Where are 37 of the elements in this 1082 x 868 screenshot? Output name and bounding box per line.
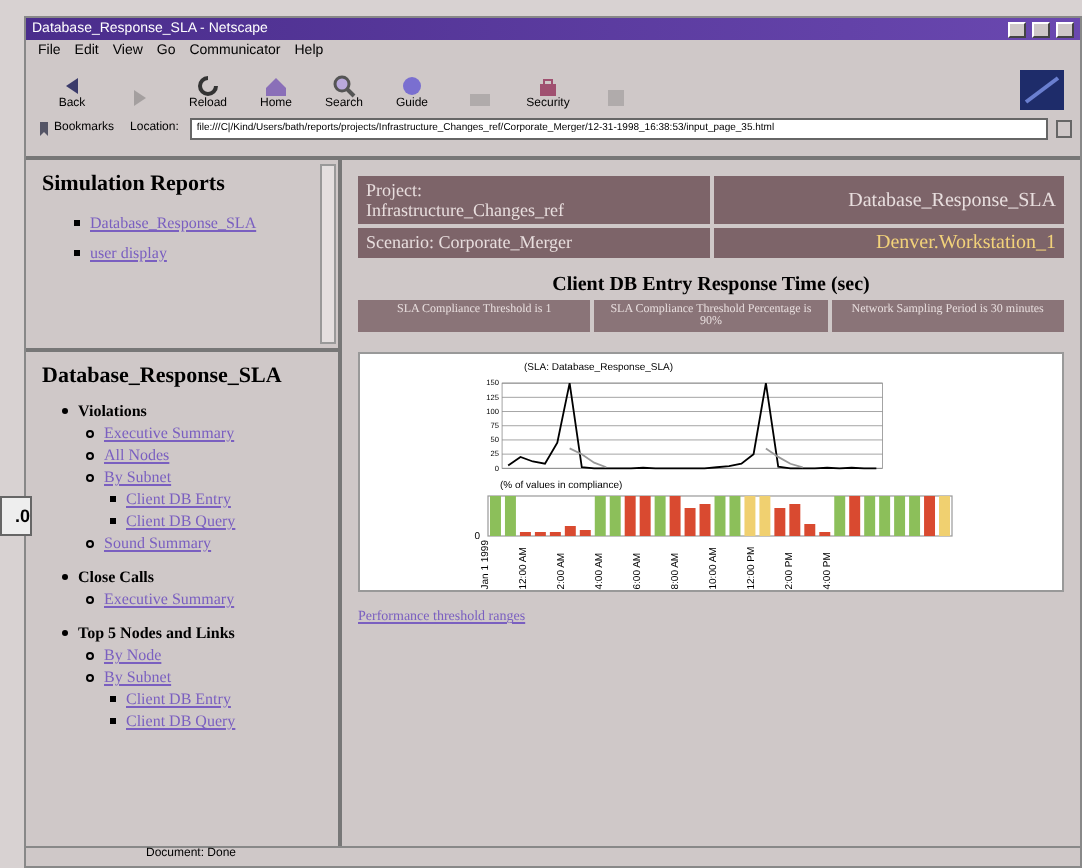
search-icon [330,74,358,98]
section-heading: Simulation Reports [42,172,227,196]
house-icon [262,74,290,98]
bullet-icon [62,630,68,636]
dropdown-button[interactable] [1056,119,1072,137]
outline-heading: Top 5 Nodes and Links [78,622,235,644]
bullet-icon [86,595,94,603]
sla-cell: Database_Response_SLA [713,176,1064,224]
bullet-icon [86,673,94,681]
bullet-icon [74,250,80,256]
project-cell: Project: Infrastructure_Changes_ref [358,176,709,224]
outline-heading: Violations [78,400,147,422]
bullet-icon [62,408,68,414]
window-fragment-text: .0 [0,496,32,536]
bullet-icon [86,539,94,547]
outline-heading: Close Calls [78,566,154,588]
scrollbar[interactable] [320,164,336,344]
bullet-icon [86,429,94,437]
bullet-icon [110,518,116,524]
bullet-icon [110,718,116,724]
bookmark-icon [38,121,50,135]
bullet-icon [110,696,116,702]
bullet-icon [86,473,94,481]
bullet-icon [62,574,68,580]
scenario-cell: Scenario: Corporate_Merger [358,228,709,258]
bullet-icon [110,496,116,502]
maximize-button[interactable] [1032,21,1050,37]
bullet-icon [86,651,94,659]
section-heading: Database_Response_SLA [42,364,284,388]
minimize-button[interactable] [1008,21,1026,37]
reload-icon [194,74,222,98]
node-cell: Denver.Workstation_1 [713,228,1064,258]
close-button[interactable] [1056,21,1074,37]
lock-icon [534,74,562,98]
report-title: Client DB Entry Response Time (sec) [550,274,872,296]
bullet-icon [86,451,94,459]
bullet-icon [74,220,80,226]
